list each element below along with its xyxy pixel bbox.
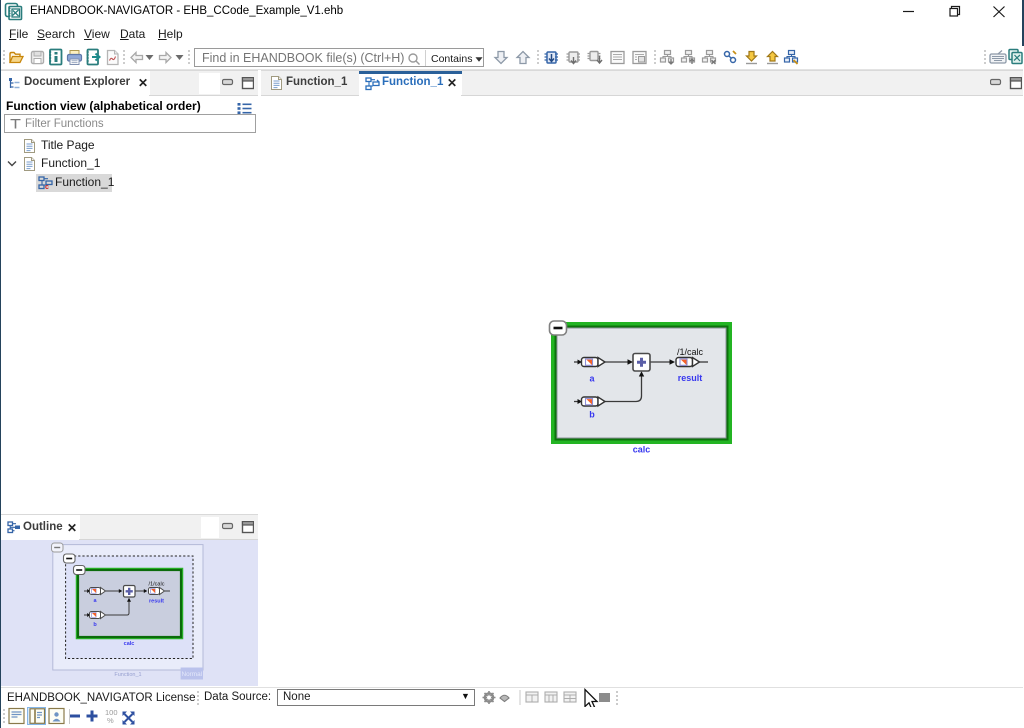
svg-text:b: b [589, 410, 595, 420]
svg-text:result: result [149, 599, 164, 605]
svg-text:/1/calc: /1/calc [149, 582, 165, 588]
svg-text:c: c [45, 184, 49, 190]
svg-text:calc: calc [124, 641, 135, 647]
svg-text:/1/calc: /1/calc [677, 347, 704, 357]
svg-text:calc: calc [633, 445, 651, 455]
svg-text:Function_1: Function_1 [114, 672, 141, 678]
svg-text:result: result [678, 373, 703, 383]
svg-text:Normal: Normal [181, 671, 202, 678]
svg-text:%: % [107, 716, 114, 725]
